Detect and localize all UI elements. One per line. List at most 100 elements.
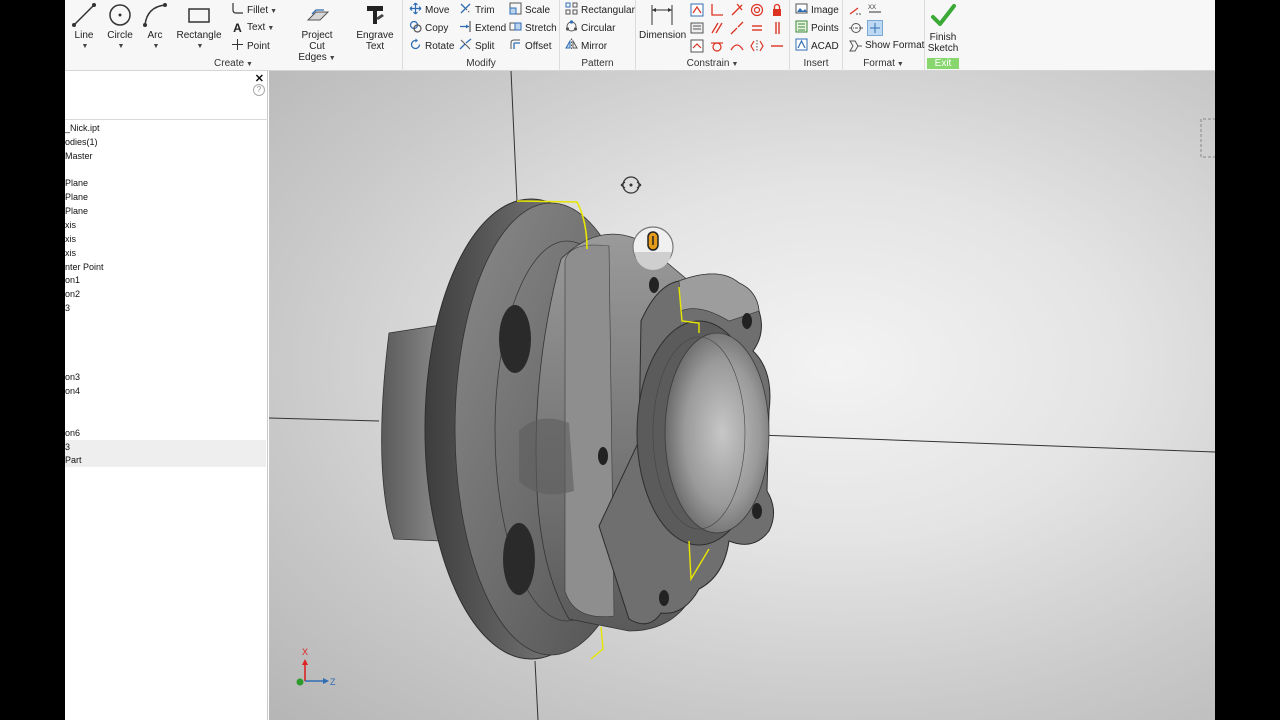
engrave-text-icon [367, 6, 384, 24]
browser-tree-item[interactable] [65, 412, 266, 426]
browser-tree-item[interactable]: xis [65, 232, 266, 246]
browser-tree-item[interactable]: xis [65, 246, 266, 260]
mirror-icon [565, 38, 578, 51]
insert-panel: Image Points ACAD Insert [790, 0, 843, 71]
axis-line [534, 660, 539, 720]
stretch-button[interactable]: Stretch [509, 20, 557, 36]
project-cut-edges-button[interactable]: Project Cut Edges ▼ [293, 2, 341, 64]
browser-tree-item[interactable]: on4 [65, 384, 266, 398]
triad-x-label: X [302, 647, 308, 657]
bore-inner [664, 332, 770, 534]
browser-tree-item[interactable]: Plane [65, 204, 266, 218]
construction-icon[interactable] [848, 2, 864, 18]
browser-tree-item[interactable]: Plane [65, 176, 266, 190]
acad-label: ACAD [811, 41, 839, 52]
browser-tree-item[interactable] [65, 163, 266, 177]
browser-tree-item[interactable]: 3 [65, 439, 266, 454]
scale-button[interactable]: Scale [509, 2, 550, 18]
graphics-viewport[interactable]: X Z [269, 71, 1215, 720]
driven-dimension-icon[interactable]: XX [867, 2, 883, 18]
text-icon: A [233, 21, 242, 35]
center-point-icon[interactable] [867, 20, 883, 36]
browser-tree-item[interactable] [65, 356, 266, 370]
browser-tree-item[interactable]: _Nick.ipt [65, 121, 266, 135]
show-format-icon[interactable] [848, 38, 864, 54]
points-button[interactable]: Points [795, 20, 839, 36]
coincident-constraint-icon[interactable] [729, 2, 745, 18]
circular-pattern-button[interactable]: Circular [565, 20, 615, 36]
engrave-text-button[interactable]: Engrave Text [347, 2, 403, 52]
text-label: Text [247, 22, 266, 33]
create-panel-label[interactable]: Create ▼ [65, 58, 402, 69]
project-label: Project [301, 30, 333, 41]
chevron-down-icon[interactable]: ▼ [107, 41, 135, 52]
arc-button[interactable]: Arc ▼ [141, 2, 169, 52]
mirror-button[interactable]: Mirror [565, 38, 607, 54]
show-format-button[interactable]: Show Format [865, 38, 924, 54]
rectangular-pattern-button[interactable]: Rectangular [565, 2, 635, 18]
dimension-button[interactable]: Dimension [639, 2, 686, 41]
offset-button[interactable]: Offset [509, 38, 552, 54]
browser-tree-item[interactable]: 3 [65, 301, 266, 315]
rectangular-label: Rectangular [581, 5, 635, 16]
viewcube-icon[interactable] [1200, 118, 1215, 158]
extend-button[interactable]: Extend [459, 20, 506, 36]
browser-tree-item[interactable]: on3 [65, 370, 266, 384]
browser-tree-item[interactable]: nter Point [65, 260, 266, 274]
browser-tree-item[interactable]: on1 [65, 273, 266, 287]
chevron-down-icon[interactable]: ▼ [71, 41, 99, 52]
insert-panel-label: Insert [803, 58, 829, 69]
browser-tree-item[interactable] [65, 398, 266, 412]
fix-constraint-icon[interactable] [769, 2, 785, 18]
browser-tree-item[interactable]: Master [65, 149, 266, 163]
project-cut-edges-icon [306, 9, 330, 21]
help-icon[interactable]: ? [253, 84, 265, 96]
collinear-constraint-icon[interactable] [729, 20, 745, 36]
show-constraints-icon[interactable] [689, 38, 705, 54]
split-button[interactable]: Split [459, 38, 494, 54]
hub-cylinder [564, 244, 615, 617]
vertical-constraint-icon[interactable] [769, 20, 785, 36]
fillet-button[interactable]: Fillet ▼ [231, 2, 277, 18]
horizontal-constraint-icon[interactable] [769, 38, 785, 54]
auto-dimension-icon[interactable] [689, 2, 705, 18]
browser-tree-item[interactable]: on2 [65, 287, 266, 301]
browser-tree-item[interactable] [65, 315, 266, 329]
sketch-label: Sketch [927, 43, 959, 54]
browser-tree-item[interactable]: Plane [65, 190, 266, 204]
image-button[interactable]: Image [795, 2, 839, 18]
chevron-down-icon[interactable]: ▼ [177, 41, 223, 52]
move-button[interactable]: Move [409, 2, 449, 18]
concentric-constraint-icon[interactable] [749, 2, 765, 18]
copy-button[interactable]: Copy [409, 20, 448, 36]
browser-tree-item[interactable] [65, 329, 266, 343]
browser-tree-item[interactable] [65, 343, 266, 357]
chevron-down-icon[interactable]: ▼ [143, 41, 169, 52]
constrain-panel-label[interactable]: Constrain ▼ [636, 58, 789, 69]
rotate-button[interactable]: Rotate [409, 38, 454, 54]
parallel-constraint-icon[interactable] [709, 20, 725, 36]
perpendicular-constraint-icon[interactable] [709, 2, 725, 18]
circle-button[interactable]: Circle ▼ [105, 2, 135, 52]
browser-divider [65, 119, 268, 120]
line-button[interactable]: Line ▼ [69, 2, 99, 52]
point-button[interactable]: Point [231, 38, 270, 54]
smooth-constraint-icon[interactable] [729, 38, 745, 54]
rectangle-button[interactable]: Rectangle ▼ [175, 2, 223, 52]
axis-line [510, 71, 518, 202]
browser-tree-item[interactable]: on6 [65, 426, 266, 440]
axis-line [758, 434, 1215, 453]
finish-sketch-button[interactable]: Finish Sketch [925, 2, 961, 54]
tangent-constraint-icon[interactable] [709, 38, 725, 54]
centerline-icon[interactable] [848, 20, 864, 36]
browser-tree-item[interactable]: xis [65, 218, 266, 232]
format-panel-label[interactable]: Format ▼ [843, 58, 924, 69]
browser-tree-item[interactable]: Part [65, 453, 266, 468]
equal-constraint-icon[interactable] [749, 20, 765, 36]
constraint-settings-icon[interactable] [689, 20, 705, 36]
text-button[interactable]: A Text ▼ [231, 20, 274, 36]
acad-button[interactable]: ACAD [795, 38, 839, 54]
browser-tree-item[interactable]: odies(1) [65, 135, 266, 149]
trim-button[interactable]: Trim [459, 2, 495, 18]
symmetric-constraint-icon[interactable] [749, 38, 765, 54]
